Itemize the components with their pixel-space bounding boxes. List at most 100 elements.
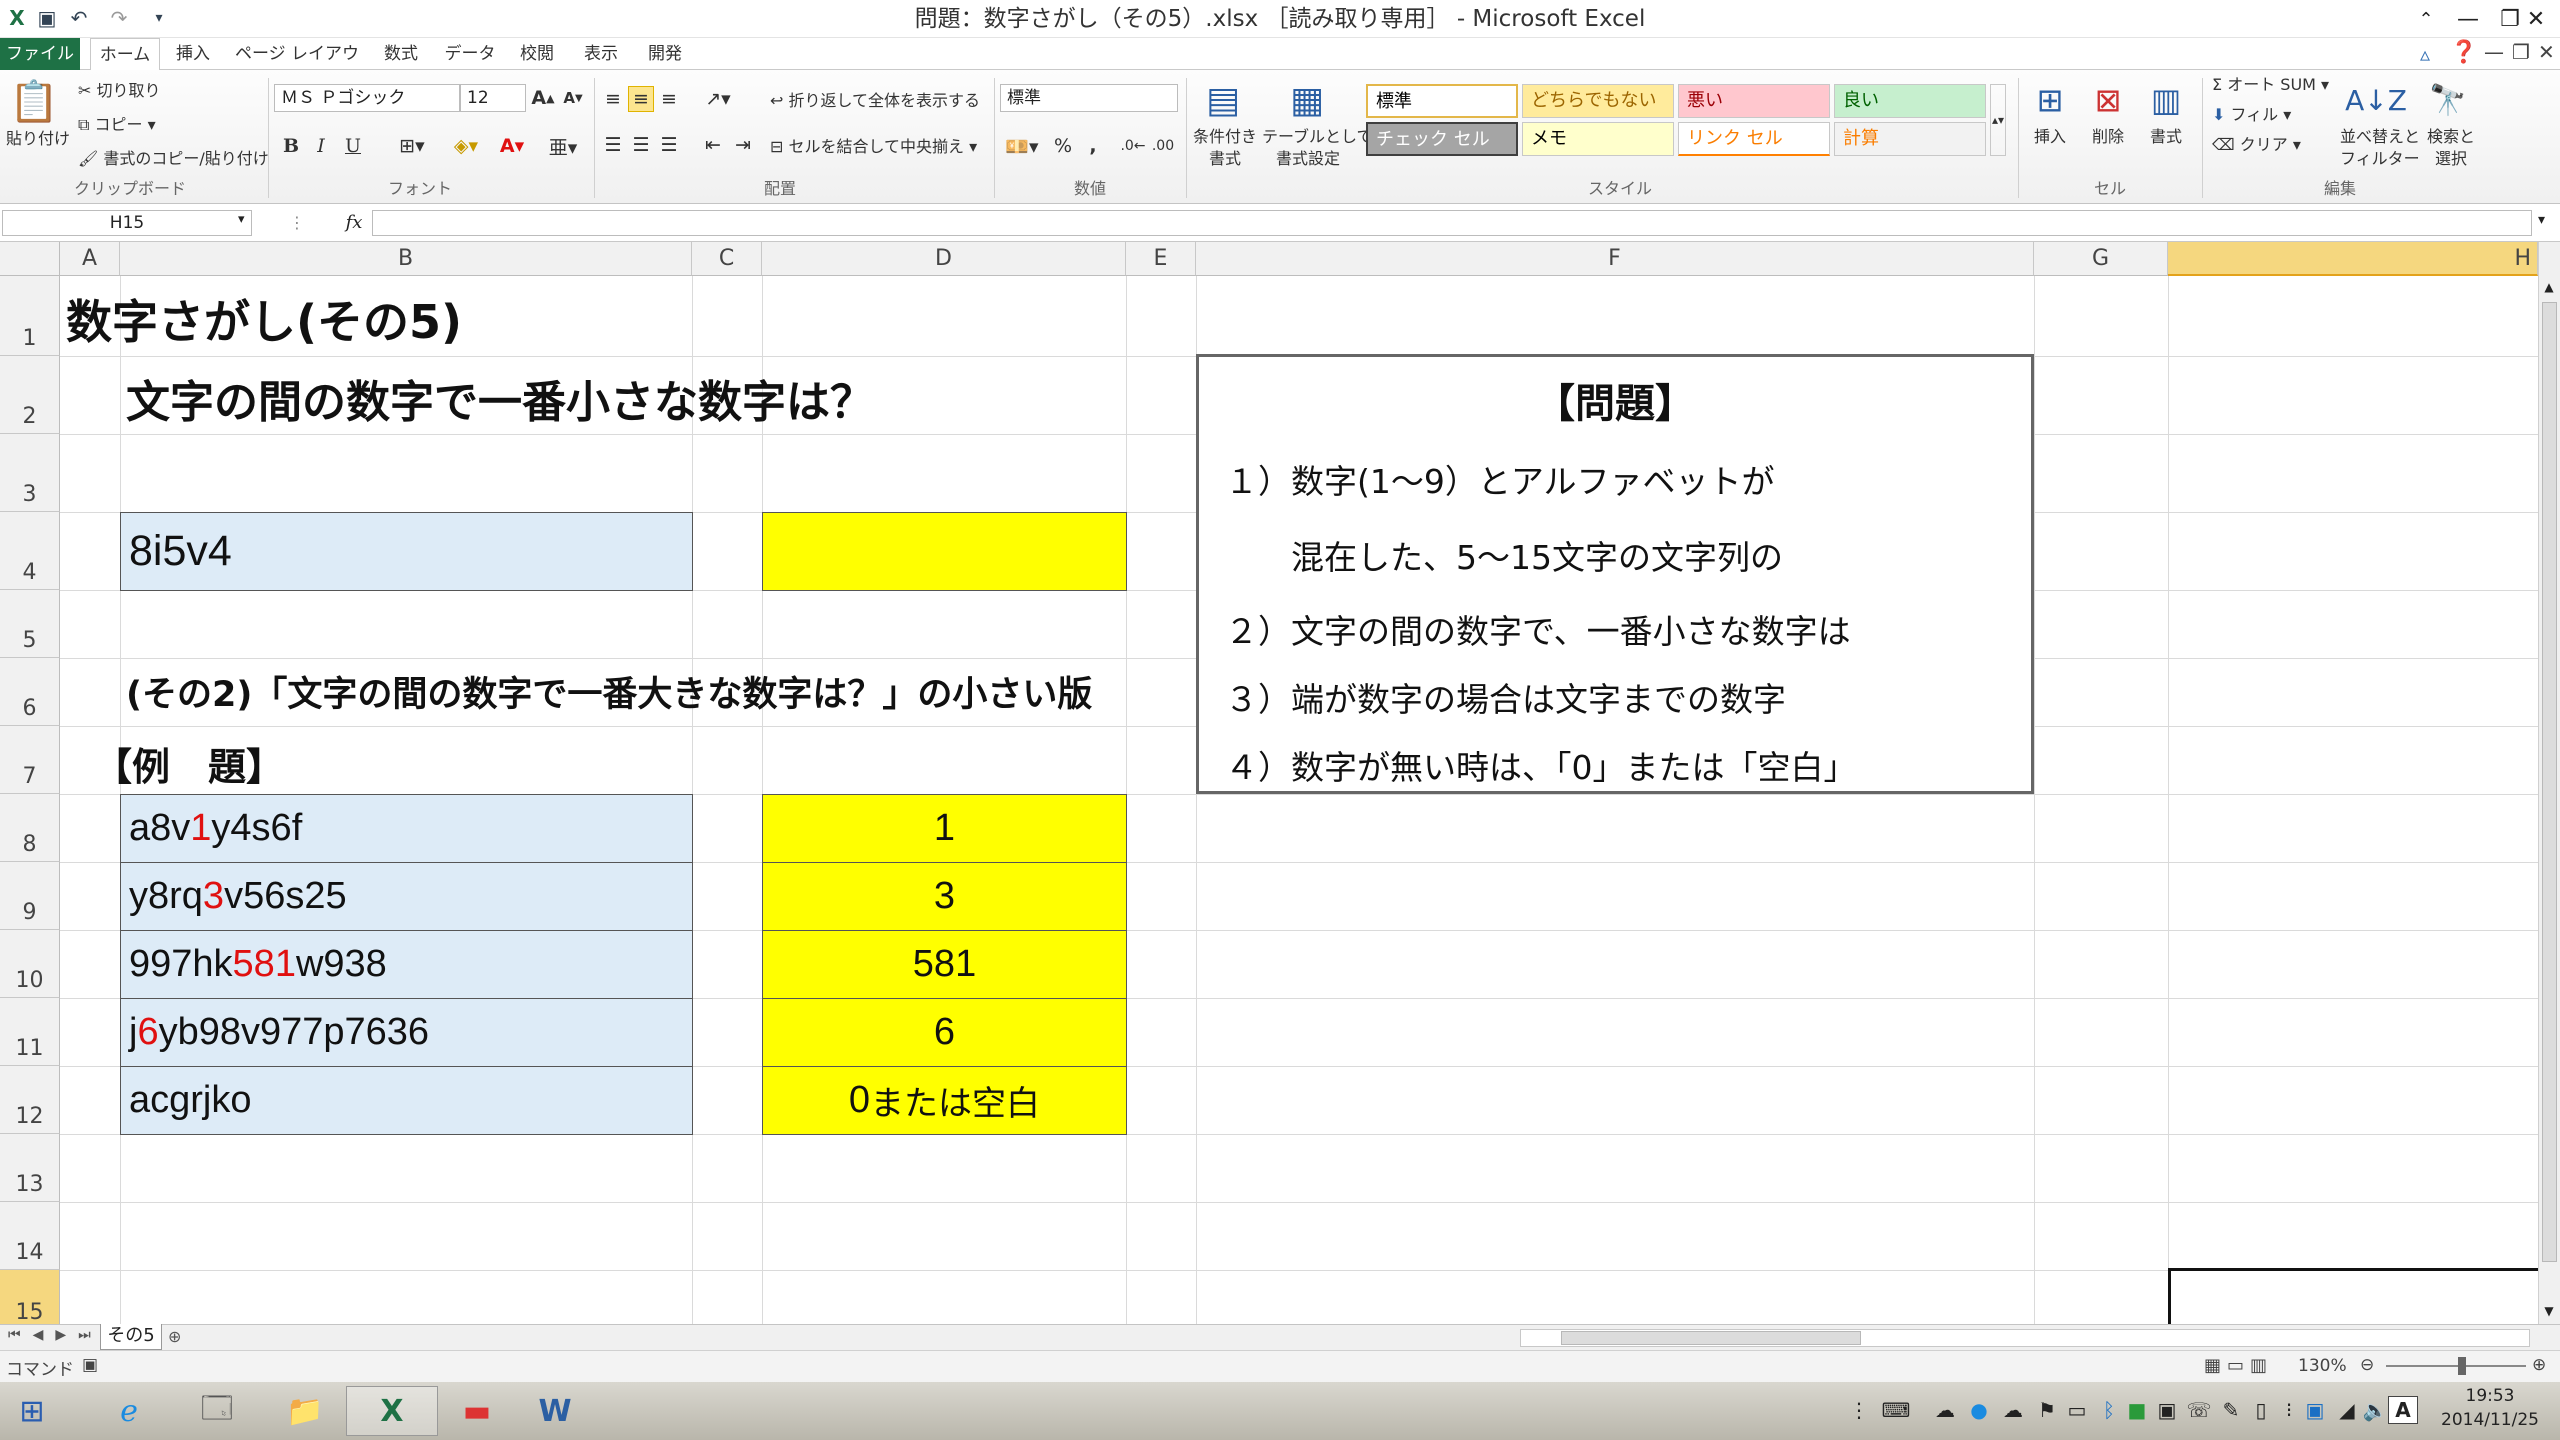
- taskbar-date[interactable]: 2014/11/25: [2430, 1410, 2550, 1430]
- formula-input[interactable]: [372, 210, 2532, 236]
- tab-home[interactable]: ホーム: [90, 38, 160, 71]
- ime-icon[interactable]: A: [2388, 1396, 2418, 1424]
- row-header-3[interactable]: 3: [0, 434, 60, 512]
- style-bad[interactable]: 悪い: [1678, 84, 1830, 118]
- scroll-up-icon[interactable]: ▲: [2541, 280, 2557, 296]
- new-sheet-icon[interactable]: ⊕: [168, 1327, 181, 1346]
- tab-formulas[interactable]: 数式: [376, 38, 426, 70]
- borders-icon[interactable]: ⊞▾: [392, 132, 432, 160]
- formula-expand-icon[interactable]: ▾: [2538, 212, 2545, 228]
- bold-button[interactable]: B: [278, 132, 304, 160]
- column-header-f[interactable]: F: [1196, 242, 2034, 276]
- italic-button[interactable]: I: [308, 132, 334, 160]
- internet-explorer-icon[interactable]: ℯ: [92, 1386, 166, 1436]
- font-name-select[interactable]: ＭＳ Ｐゴシック: [274, 84, 460, 112]
- tray-display-icon[interactable]: ▣: [2302, 1396, 2328, 1424]
- font-color-icon[interactable]: A▾: [492, 132, 532, 160]
- example-input-b11[interactable]: j 6 yb98v977p7636: [120, 998, 693, 1067]
- align-bottom-icon[interactable]: ≡: [656, 86, 682, 112]
- style-good[interactable]: 良い: [1834, 84, 1986, 118]
- align-right-icon[interactable]: ☰: [656, 132, 682, 158]
- wrap-text-button[interactable]: ↩ 折り返して全体を表示する: [770, 90, 980, 112]
- decrease-indent-icon[interactable]: ⇤: [700, 132, 726, 158]
- tray-cloud-icon[interactable]: ☁: [2000, 1396, 2026, 1424]
- dropdown-arrow-icon[interactable]: ▵: [2420, 42, 2430, 66]
- active-cell-h15[interactable]: [2168, 1268, 2538, 1324]
- delete-cells-icon[interactable]: ⊠: [2086, 78, 2130, 122]
- tray-monitor-icon[interactable]: ▣: [2154, 1396, 2180, 1424]
- decrease-decimal-icon[interactable]: .00: [1150, 132, 1176, 160]
- column-header-e[interactable]: E: [1126, 242, 1196, 276]
- tray-device-icon[interactable]: ▯: [2248, 1396, 2274, 1424]
- column-header-a[interactable]: A: [60, 242, 120, 276]
- binoculars-icon[interactable]: 🔭: [2426, 78, 2470, 122]
- copy-button[interactable]: ⧉ コピー ▾: [78, 114, 156, 136]
- tab-view[interactable]: 表示: [574, 38, 628, 70]
- fill-color-icon[interactable]: ◈▾: [446, 132, 486, 160]
- align-middle-icon[interactable]: ≡: [628, 86, 654, 112]
- red-app-icon[interactable]: ▬: [440, 1386, 514, 1436]
- scroll-down-icon[interactable]: ▼: [2541, 1304, 2557, 1320]
- example-answer-d11[interactable]: 6: [762, 998, 1127, 1067]
- volume-icon[interactable]: 🔈: [2362, 1396, 2388, 1424]
- taskbar-time[interactable]: 19:53: [2430, 1386, 2550, 1406]
- example-answer-d9[interactable]: 3: [762, 862, 1127, 931]
- column-header-h[interactable]: H: [2168, 242, 2538, 276]
- keyboard-icon[interactable]: ⌨: [1876, 1396, 1916, 1424]
- currency-icon[interactable]: 💴▾: [1002, 132, 1042, 160]
- help-icon[interactable]: ❓: [2450, 40, 2477, 65]
- row-header-9[interactable]: 9: [0, 862, 60, 930]
- conditional-format-button[interactable]: 条件付き 書式: [1190, 126, 1260, 170]
- delete-cells-button[interactable]: 削除: [2092, 126, 2124, 148]
- autosum-button[interactable]: Σ オート SUM ▾: [2212, 74, 2329, 96]
- tray-wrench-icon[interactable]: ✎: [2218, 1396, 2244, 1424]
- tab-page-layout[interactable]: ページ レイアウト: [232, 38, 362, 96]
- row-header-4[interactable]: 4: [0, 512, 60, 590]
- tab-review[interactable]: 校閲: [510, 38, 564, 70]
- zoom-slider-thumb[interactable]: [2458, 1357, 2466, 1375]
- row-header-15[interactable]: 15: [0, 1270, 60, 1324]
- percent-button[interactable]: %: [1050, 132, 1076, 160]
- style-note[interactable]: メモ: [1522, 122, 1674, 156]
- window-minimize-small-icon[interactable]: —: [2484, 40, 2504, 64]
- insert-function-button[interactable]: fx: [336, 210, 372, 236]
- windows-start-icon[interactable]: ⊞: [0, 1386, 64, 1436]
- example-answer-d10[interactable]: 581: [762, 930, 1127, 999]
- format-painter-button[interactable]: 🖌 書式のコピー/貼り付け: [78, 148, 269, 170]
- view-buttons-icon[interactable]: ▦▭▥: [2204, 1355, 2273, 1376]
- style-neutral[interactable]: どちらでもない: [1522, 84, 1674, 118]
- format-as-table-icon[interactable]: ▦: [1284, 76, 1330, 124]
- example-input-b9[interactable]: y8rq 3 v56s25: [120, 862, 693, 931]
- problem-text-box[interactable]: 【問題】 １）数字(1～9）とアルファベットが 混在した、5～15文字の文字列の…: [1196, 354, 2034, 794]
- row-header-1[interactable]: 1: [0, 276, 60, 356]
- sort-filter-icon[interactable]: A↓Z: [2345, 78, 2407, 122]
- style-calculation[interactable]: 計算: [1834, 122, 1986, 156]
- example-input-b8[interactable]: a8v 1 y4s6f: [120, 794, 693, 863]
- row-header-5[interactable]: 5: [0, 590, 60, 658]
- macro-record-icon[interactable]: ▣: [82, 1355, 98, 1375]
- cut-button[interactable]: ✂ 切り取り: [78, 80, 161, 102]
- conditional-format-icon[interactable]: ▤: [1200, 76, 1246, 124]
- tab-developer[interactable]: 開発: [638, 38, 692, 70]
- close-button[interactable]: ✕: [2510, 0, 2560, 38]
- font-size-select[interactable]: 12: [460, 84, 526, 112]
- comma-button[interactable]: ,: [1080, 132, 1106, 160]
- underline-button[interactable]: U: [338, 132, 368, 160]
- folder-icon[interactable]: 📁: [268, 1386, 342, 1436]
- tray-phone-icon[interactable]: ☏: [2186, 1396, 2212, 1424]
- style-normal[interactable]: 標準: [1366, 84, 1518, 118]
- sheet-nav-arrows-icon[interactable]: ⏮◀▶⏭: [8, 1327, 103, 1343]
- row-header-7[interactable]: 7: [0, 726, 60, 794]
- row-header-2[interactable]: 2: [0, 356, 60, 434]
- zoom-in-icon[interactable]: ⊕: [2532, 1355, 2546, 1375]
- network-icon[interactable]: ◢: [2334, 1396, 2360, 1424]
- window-restore-small-icon[interactable]: ❐: [2512, 40, 2530, 64]
- format-cells-button[interactable]: 書式: [2150, 126, 2182, 148]
- answer-cell-d4[interactable]: [762, 512, 1127, 591]
- row-header-13[interactable]: 13: [0, 1134, 60, 1202]
- example-answer-d8[interactable]: 1: [762, 794, 1127, 863]
- tab-file[interactable]: ファイル: [0, 38, 80, 70]
- tab-insert[interactable]: 挿入: [168, 38, 218, 70]
- column-header-c[interactable]: C: [692, 242, 762, 276]
- row-header-14[interactable]: 14: [0, 1202, 60, 1270]
